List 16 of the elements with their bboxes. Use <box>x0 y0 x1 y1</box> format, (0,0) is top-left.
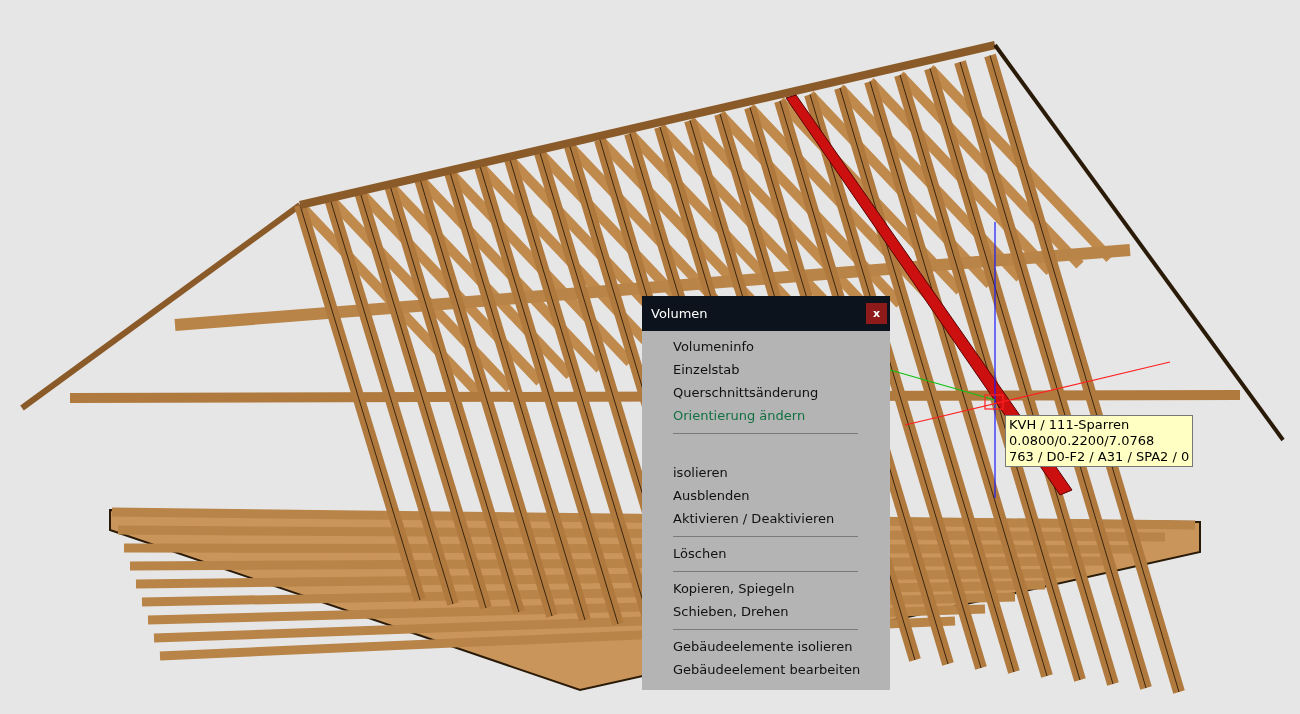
menu-item[interactable]: Aktivieren / Deaktivieren <box>673 507 858 530</box>
menu-item[interactable]: Gebäudeelemente isolieren <box>673 635 858 658</box>
menu-item[interactable]: Schieben, Drehen <box>673 600 858 623</box>
menu-item[interactable]: isolieren <box>673 461 858 484</box>
tooltip-line: 0.0800/0.2200/7.0768 <box>1009 433 1156 449</box>
menu-title: Volumen <box>651 306 708 321</box>
close-button[interactable]: x <box>866 303 887 324</box>
menu-item[interactable]: Volumeninfo <box>673 335 858 358</box>
menu-item[interactable]: Gebäudeelement bearbeiten <box>673 658 858 681</box>
menu-item[interactable]: Einzelstab <box>673 358 858 381</box>
tooltip-line: 763 / D0-F2 / A31 / SPA2 / 0 <box>1009 449 1190 465</box>
menu-item[interactable]: Löschen <box>673 542 858 565</box>
menu-item[interactable]: Querschnittsänderung <box>673 381 858 404</box>
tooltip-line: KVH / 111-Sparren <box>1009 417 1131 433</box>
menu-item[interactable]: Kopieren, Spiegeln <box>673 577 858 600</box>
menu-item[interactable]: Ausblenden <box>673 484 858 507</box>
